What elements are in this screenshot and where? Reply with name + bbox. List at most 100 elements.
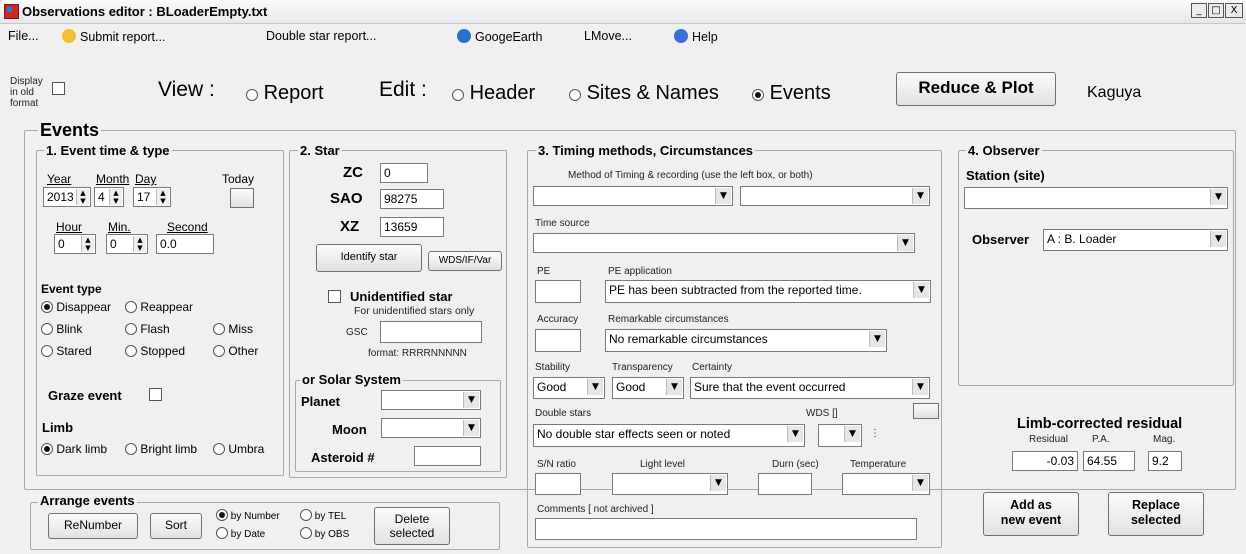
other-radio[interactable]: Other [213, 344, 258, 358]
menu-double-star-report[interactable]: Double star report... [266, 29, 376, 43]
month-spinner[interactable]: 4 ▲ ▼ [94, 187, 124, 207]
reduce-plot-button[interactable]: Reduce & Plot [896, 72, 1056, 106]
radio[interactable] [300, 527, 312, 539]
chevron-down-icon[interactable]: ▼ [912, 475, 928, 491]
temperature-combo[interactable]: ▼ [842, 473, 930, 495]
radio[interactable] [125, 301, 137, 313]
method-combo-left[interactable]: ▼ [533, 186, 733, 206]
menu-file[interactable]: File... [8, 29, 39, 43]
zc-input[interactable]: 0 [380, 163, 428, 183]
radio[interactable] [213, 323, 225, 335]
stopped-radio[interactable]: Stopped [125, 344, 185, 358]
menu-help[interactable]: Help [674, 29, 718, 44]
umbra-radio[interactable]: Umbra [213, 442, 264, 456]
comments-input[interactable] [535, 518, 917, 540]
flash-radio[interactable]: Flash [125, 322, 170, 336]
radio[interactable] [216, 509, 228, 521]
display-old-format-checkbox[interactable] [52, 82, 65, 95]
menu-submit-report[interactable]: Submit report... [62, 29, 165, 44]
disappear-radio[interactable]: Disappear [41, 300, 111, 314]
today-button[interactable] [230, 188, 254, 208]
radio[interactable] [125, 443, 137, 455]
sao-input[interactable]: 98275 [380, 189, 444, 209]
by-number-radio[interactable]: by Number [216, 509, 280, 522]
spin-arrows-icon[interactable]: ▲ ▼ [81, 236, 94, 252]
identify-star-button[interactable]: Identify star [316, 244, 422, 272]
delete-selected-button[interactable]: Delete selected [374, 507, 450, 545]
second-input[interactable]: 0.0 [156, 234, 214, 254]
chevron-down-icon[interactable]: ▼ [912, 188, 928, 204]
duration-input[interactable] [758, 473, 812, 495]
close-button[interactable]: X [1225, 3, 1243, 18]
minimize-button[interactable]: _ [1191, 3, 1207, 18]
accuracy-input[interactable] [535, 329, 581, 352]
chevron-down-icon[interactable]: ▼ [787, 426, 803, 442]
radio[interactable] [125, 323, 137, 335]
spin-arrows-icon[interactable]: ▲ ▼ [76, 189, 89, 205]
edit-header-radio[interactable]: Header [452, 82, 535, 105]
chevron-down-icon[interactable]: ▼ [1210, 231, 1226, 247]
moon-combo[interactable]: ▼ [381, 418, 481, 438]
chevron-down-icon[interactable]: ▼ [844, 426, 860, 442]
chevron-down-icon[interactable]: ▼ [913, 282, 929, 298]
planet-combo[interactable]: ▼ [381, 390, 481, 410]
radio[interactable] [452, 89, 464, 101]
by-obs-radio[interactable]: by OBS [300, 527, 349, 540]
light-level-combo[interactable]: ▼ [612, 473, 728, 495]
xz-input[interactable]: 13659 [380, 217, 444, 237]
spin-arrows-icon[interactable]: ▲ ▼ [133, 236, 146, 252]
radio[interactable] [752, 89, 764, 101]
chevron-down-icon[interactable]: ▼ [715, 188, 731, 204]
sort-button[interactable]: Sort [150, 513, 202, 539]
radio[interactable] [569, 89, 581, 101]
radio[interactable] [213, 443, 225, 455]
radio[interactable] [41, 323, 53, 335]
method-combo-right[interactable]: ▼ [740, 186, 930, 206]
spin-arrows-icon[interactable]: ▲ ▼ [109, 189, 122, 205]
edit-events-radio[interactable]: Events [752, 82, 831, 105]
remarkable-combo[interactable]: No remarkable circumstances ▼ [605, 329, 887, 352]
menu-lmove[interactable]: LMove... [584, 29, 632, 43]
radio[interactable] [41, 345, 53, 357]
stability-combo[interactable]: Good ▼ [533, 377, 605, 399]
radio[interactable] [300, 509, 312, 521]
renumber-button[interactable]: ReNumber [48, 513, 138, 539]
pe-application-combo[interactable]: PE has been subtracted from the reported… [605, 280, 931, 303]
chevron-down-icon[interactable]: ▼ [463, 420, 479, 436]
min-spinner[interactable]: 0 ▲ ▼ [106, 234, 148, 254]
by-date-radio[interactable]: by Date [216, 527, 265, 540]
miss-radio[interactable]: Miss [213, 322, 253, 336]
hour-spinner[interactable]: 0 ▲ ▼ [54, 234, 96, 254]
chevron-down-icon[interactable]: ▼ [897, 235, 913, 251]
menu-google-earth[interactable]: GoogeEarth [457, 29, 542, 44]
radio[interactable] [41, 443, 53, 455]
asteroid-input[interactable] [414, 446, 481, 466]
started-radio[interactable]: Stared [41, 344, 92, 358]
radio[interactable] [213, 345, 225, 357]
day-spinner[interactable]: 17 ▲ ▼ [133, 187, 171, 207]
graze-event-checkbox[interactable] [149, 388, 162, 401]
radio[interactable] [125, 345, 137, 357]
maximize-button[interactable]: □ [1208, 3, 1224, 18]
sn-ratio-input[interactable] [535, 473, 581, 495]
radio[interactable] [246, 89, 258, 101]
view-report-radio[interactable]: Report [246, 82, 324, 105]
wds-combo[interactable]: ▼ [818, 424, 862, 447]
chevron-down-icon[interactable]: ▼ [710, 475, 726, 491]
radio[interactable] [216, 527, 228, 539]
chevron-down-icon[interactable]: ▼ [587, 379, 603, 395]
edit-sites-radio[interactable]: Sites & Names [569, 82, 719, 105]
time-source-combo[interactable]: ▼ [533, 233, 915, 253]
wds-button[interactable]: WDS/IF/Var [428, 251, 502, 271]
gsc-input[interactable] [380, 321, 482, 343]
unidentified-checkbox[interactable] [328, 290, 341, 303]
certainty-combo[interactable]: Sure that the event occurred ▼ [690, 377, 930, 399]
chevron-down-icon[interactable]: ▼ [1210, 189, 1226, 205]
transparency-combo[interactable]: Good ▼ [612, 377, 684, 399]
year-spinner[interactable]: 2013 ▲ ▼ [43, 187, 91, 207]
chevron-down-icon[interactable]: ▼ [869, 331, 885, 347]
spin-arrows-icon[interactable]: ▲ ▼ [156, 189, 169, 205]
blink-radio[interactable]: Blink [41, 322, 82, 336]
observer-combo[interactable]: A : B. Loader ▼ [1043, 229, 1228, 251]
chevron-down-icon[interactable]: ▼ [666, 379, 682, 395]
